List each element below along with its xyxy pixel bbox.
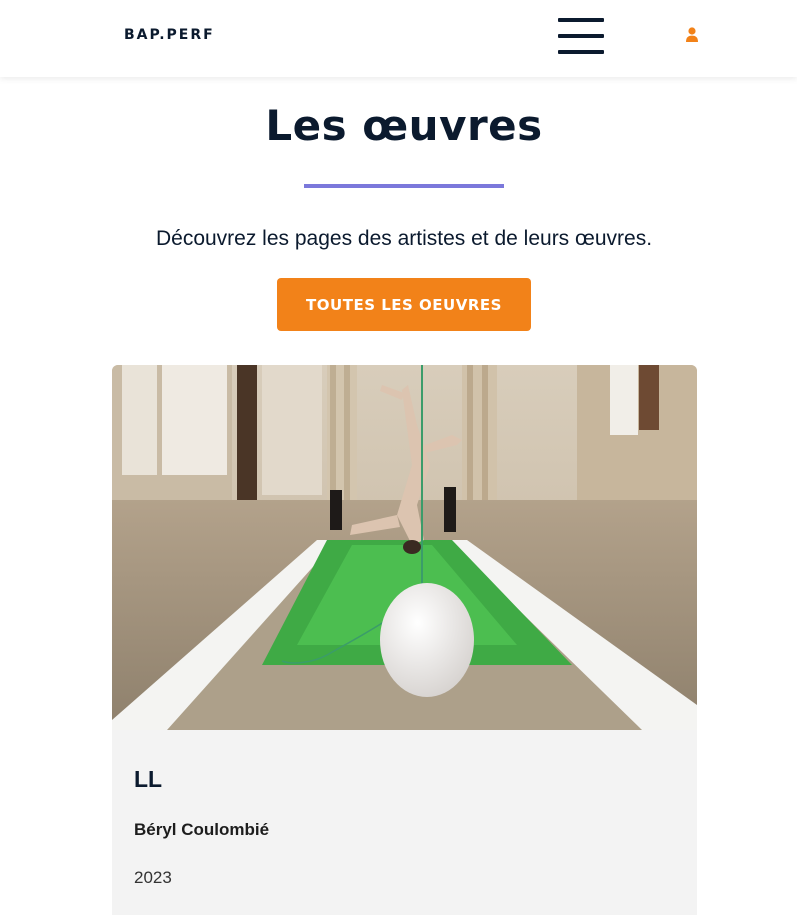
artwork-artist: Béryl Coulombié: [134, 820, 270, 839]
artwork-title: LL: [134, 766, 163, 792]
menu-bar-top: [558, 18, 604, 22]
artwork-year: 2023: [134, 868, 172, 887]
artwork-card[interactable]: LL Béryl Coulombié 2023: [112, 365, 697, 915]
site-logo[interactable]: BAP.PERF: [124, 27, 215, 43]
site-header: BAP.PERF: [0, 0, 797, 77]
menu-bar-middle: [558, 34, 604, 38]
menu-bar-bottom: [558, 50, 604, 54]
user-icon-glyph: [686, 27, 698, 42]
intro-text: Découvrez les pages des artistes et de l…: [155, 227, 653, 250]
artwork-image: [112, 365, 697, 730]
all-artworks-button[interactable]: TOUTES LES OEUVRES: [277, 278, 531, 331]
title-underline: [304, 184, 504, 188]
user-icon[interactable]: [683, 26, 701, 44]
hamburger-menu-icon[interactable]: [558, 18, 604, 54]
page-title: Les œuvres: [265, 101, 543, 150]
